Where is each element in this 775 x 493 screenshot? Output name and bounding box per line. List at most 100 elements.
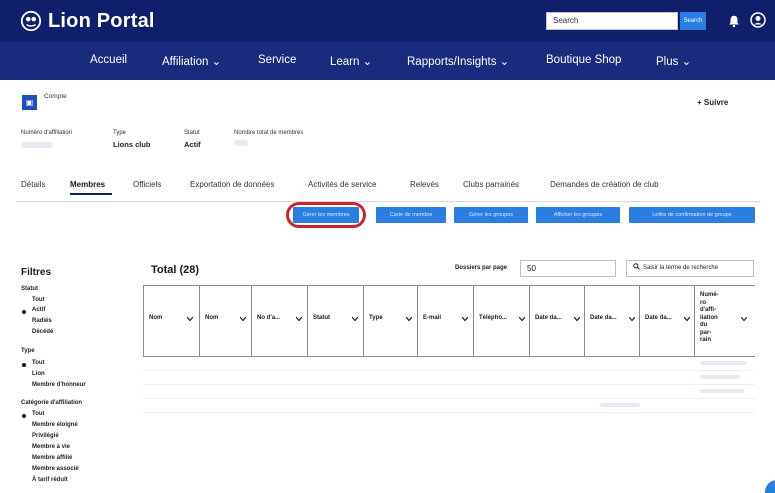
table-search-input[interactable]: Saisir la terme de recherche xyxy=(626,260,754,277)
chevron-down-icon[interactable] xyxy=(240,317,246,321)
column-header-nom-2[interactable]: Nom xyxy=(199,286,251,356)
column-header-type[interactable]: Type xyxy=(363,286,417,356)
filter-status-decede[interactable]: Décédé xyxy=(32,329,53,335)
column-header-date-3[interactable]: Date da... xyxy=(639,286,694,356)
tab-membres[interactable]: Membres xyxy=(70,180,105,189)
nav-rapports[interactable]: Rapports/Insights ⌄ xyxy=(407,54,509,68)
column-label: Date da... xyxy=(645,315,672,321)
table-row xyxy=(143,412,755,413)
column-header-email[interactable]: E-mail xyxy=(417,286,473,356)
filter-category-associe[interactable]: Membre associé xyxy=(32,466,79,472)
tab-releves[interactable]: Relevés xyxy=(410,180,439,189)
tab-demandes[interactable]: Demandes de création de club xyxy=(550,180,659,189)
column-header-date-2[interactable]: Date da... xyxy=(584,286,639,356)
search-icon xyxy=(633,263,640,270)
filter-type-title: Type xyxy=(21,348,35,354)
filter-status-radies[interactable]: Radiés xyxy=(32,318,52,324)
filter-category-eloigne[interactable]: Membre éloigné xyxy=(32,422,78,428)
table-search-placeholder: Saisir la terme de recherche xyxy=(643,265,719,271)
filter-category-vie[interactable]: Membre à vie xyxy=(32,444,70,450)
field-value-total-members xyxy=(234,140,248,146)
column-header-sponsor-number[interactable]: Numé-ro d'affi-liation du par-rain xyxy=(694,286,755,356)
filter-status-actif[interactable]: Actif xyxy=(32,307,45,313)
field-label-status: Statut xyxy=(184,130,200,136)
global-search-input[interactable]: Search xyxy=(546,12,678,30)
bell-icon[interactable] xyxy=(727,13,741,29)
field-label-total-members: Nombre total de membres xyxy=(234,130,304,136)
group-confirmation-letter-button[interactable]: Lettre de confirmation de groupe xyxy=(629,207,755,223)
chevron-down-icon[interactable] xyxy=(519,317,525,321)
members-table-header: Nom Nom No d'a... Statut Type E-mail Tél… xyxy=(143,285,755,357)
chevron-down-icon[interactable] xyxy=(352,317,358,321)
column-header-statut[interactable]: Statut xyxy=(307,286,363,356)
member-card-button[interactable]: Carte de membre xyxy=(376,207,446,223)
table-cell-redacted xyxy=(700,389,744,393)
column-label: No d'a... xyxy=(257,315,281,321)
app-logo[interactable]: Lion Portal xyxy=(20,10,155,33)
table-cell-redacted xyxy=(700,375,740,379)
table-row xyxy=(143,398,755,399)
column-header-nom[interactable]: Nom xyxy=(143,286,199,356)
filter-category-affilie[interactable]: Membre affilié xyxy=(32,455,72,461)
chevron-down-icon[interactable] xyxy=(296,317,302,321)
nav-boutique[interactable]: Boutique Shop xyxy=(546,54,621,66)
filter-type-tout[interactable]: Tout xyxy=(32,360,45,366)
manage-groups-button[interactable]: Gérer les groupes xyxy=(454,207,528,223)
view-groups-button[interactable]: Afficher les groupes xyxy=(536,207,620,223)
radio-selected-icon xyxy=(22,414,26,418)
column-header-telephone[interactable]: Télépho... xyxy=(473,286,529,356)
radio-selected-icon xyxy=(22,363,26,367)
user-avatar-icon[interactable] xyxy=(750,12,766,28)
filter-category-tarif-reduit[interactable]: À tarif réduit xyxy=(32,477,68,483)
nav-learn[interactable]: Learn ⌄ xyxy=(330,54,372,68)
field-label-affiliation-number: Numéro d'affiliation xyxy=(21,130,73,136)
per-page-label: Dossiers par page xyxy=(455,265,508,271)
chevron-down-icon[interactable] xyxy=(462,317,468,321)
column-label: Numé-ro d'affi-liation du par-rain xyxy=(700,292,719,343)
chevron-down-icon[interactable] xyxy=(629,317,635,321)
table-cell-redacted xyxy=(600,403,640,407)
record-type-label: Compte xyxy=(44,93,67,100)
field-value-status: Actif xyxy=(184,140,201,149)
field-label-type: Type xyxy=(113,130,127,136)
filter-category-privilegie[interactable]: Privilégié xyxy=(32,433,59,439)
top-header: Lion Portal Search Search xyxy=(0,0,775,42)
tab-clubs-parraines[interactable]: Clubs parrainés xyxy=(463,180,519,189)
nav-accueil[interactable]: Accueil xyxy=(90,54,127,66)
follow-button[interactable]: + Suivre xyxy=(697,98,728,107)
table-row xyxy=(143,370,755,371)
tab-activites[interactable]: Activités de service xyxy=(308,180,376,189)
per-page-select[interactable]: 50 xyxy=(520,260,616,277)
filter-category-tout[interactable]: Tout xyxy=(32,411,45,417)
global-search-button[interactable]: Search xyxy=(680,12,706,30)
filter-type-lion[interactable]: Lion xyxy=(32,371,45,377)
account-icon: ▣ xyxy=(22,95,37,110)
main-nav: Accueil Affiliation ⌄ Service Learn ⌄ Ra… xyxy=(0,42,775,80)
tab-officiels[interactable]: Officiels xyxy=(133,180,161,189)
radio-selected-icon xyxy=(22,310,26,314)
nav-service[interactable]: Service xyxy=(258,54,296,66)
help-button[interactable] xyxy=(765,480,775,493)
nav-affiliation[interactable]: Affiliation ⌄ xyxy=(162,54,221,68)
chevron-down-icon[interactable] xyxy=(406,317,412,321)
tab-exportation[interactable]: Exportation de données xyxy=(190,180,275,189)
column-header-numero[interactable]: No d'a... xyxy=(251,286,307,356)
column-label: Télépho... xyxy=(479,315,508,321)
filter-type-honneur[interactable]: Membre d'honneur xyxy=(32,382,86,388)
nav-plus[interactable]: Plus ⌄ xyxy=(656,54,691,68)
column-header-date-1[interactable]: Date da... xyxy=(529,286,584,356)
filter-category-title: Catégorie d'affiliation xyxy=(21,400,83,406)
chevron-down-icon[interactable] xyxy=(741,317,747,321)
tab-details[interactable]: Détails xyxy=(21,180,45,189)
field-value-affiliation-number xyxy=(21,142,53,148)
app-title: Lion Portal xyxy=(48,9,155,32)
chevron-down-icon[interactable] xyxy=(684,317,690,321)
tabs-divider xyxy=(16,201,760,202)
filter-status-tout[interactable]: Tout xyxy=(32,297,45,303)
table-cell-redacted xyxy=(700,361,746,365)
chevron-down-icon[interactable] xyxy=(574,317,580,321)
chevron-down-icon[interactable] xyxy=(187,317,193,321)
filter-status-title: Statut xyxy=(21,286,38,292)
column-label: Type xyxy=(369,315,383,321)
table-row xyxy=(143,384,755,385)
